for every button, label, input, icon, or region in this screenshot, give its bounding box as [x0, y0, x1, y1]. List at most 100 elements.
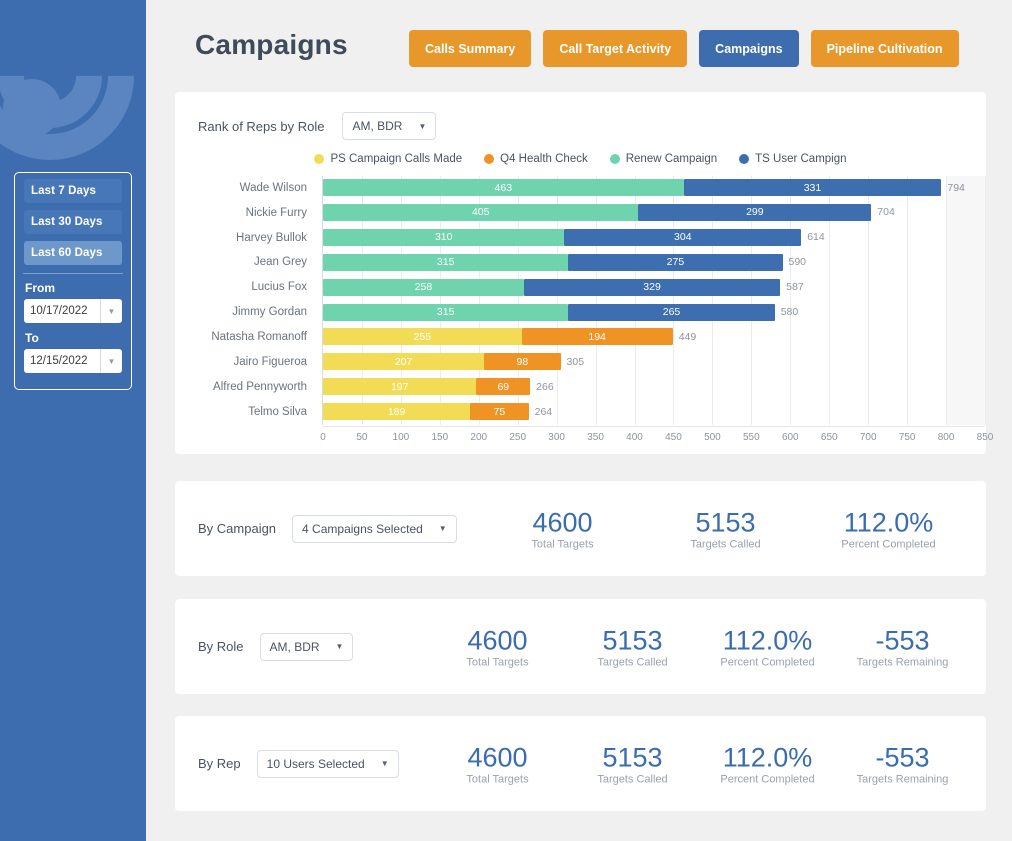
- legend-color-swatch-icon: [739, 154, 749, 164]
- chart-row-total: 590: [789, 254, 807, 271]
- chart-row-label: Nickie Furry: [175, 207, 316, 219]
- main-content: Campaigns Calls Summary Call Target Activ…: [146, 0, 1012, 841]
- kpi-stat-label: Total Targets: [481, 538, 644, 550]
- chart-x-tick-label: 50: [356, 432, 367, 443]
- chart-bar-group: 18975: [323, 403, 985, 420]
- chart-bar-value: 197: [391, 381, 409, 393]
- wifi-signal-icon: [0, 0, 146, 161]
- chart-bar-value: 98: [517, 356, 529, 368]
- chart-bar-group: 315275: [323, 254, 985, 271]
- kpi-filter-select[interactable]: 4 Campaigns Selected▼: [292, 515, 457, 543]
- nav-button-calls-summary[interactable]: Calls Summary: [409, 30, 531, 67]
- chart-bar-value: 299: [746, 206, 764, 218]
- chart-bar-segment[interactable]: 405: [323, 204, 638, 221]
- chart-bar-segment[interactable]: 299: [638, 204, 871, 221]
- range-button-last-7-days[interactable]: Last 7 Days: [24, 179, 122, 203]
- kpi-filter-select[interactable]: 10 Users Selected▼: [257, 750, 399, 778]
- range-button-last-30-days[interactable]: Last 30 Days: [24, 210, 122, 234]
- chart-row-label: Telmo Silva: [175, 406, 316, 418]
- to-date-value: 12/15/2022: [24, 349, 100, 373]
- to-date-input[interactable]: 12/15/2022 ▼: [24, 349, 122, 373]
- range-button-last-60-days[interactable]: Last 60 Days: [24, 241, 122, 265]
- chart-bar-segment[interactable]: 265: [568, 304, 774, 321]
- nav-button-pipeline-cultivation[interactable]: Pipeline Cultivation: [811, 30, 959, 67]
- chart-row: Natasha Romanoff255194449: [175, 325, 986, 349]
- nav-button-label: Campaigns: [715, 42, 782, 56]
- chart-bar-segment[interactable]: 331: [684, 179, 942, 196]
- chart-x-tick-label: 400: [626, 432, 643, 443]
- legend-item-2[interactable]: Renew Campaign: [610, 153, 717, 165]
- chart-bar-segment[interactable]: 304: [564, 229, 801, 246]
- chart-bar-value: 69: [497, 381, 509, 393]
- kpi-filter-value: 4 Campaigns Selected: [302, 522, 423, 536]
- chart-bar-segment[interactable]: 207: [323, 353, 484, 370]
- chart-row: Lucius Fox258329587: [175, 276, 986, 300]
- chart-row-label: Natasha Romanoff: [175, 331, 316, 343]
- chart-x-tick-label: 300: [548, 432, 565, 443]
- chart-row: Harvey Bullok310304614: [175, 226, 986, 250]
- chart-bar-value: 310: [435, 231, 453, 243]
- nav-button-call-target-activity[interactable]: Call Target Activity: [543, 30, 687, 67]
- legend-item-3[interactable]: TS User Campign: [739, 153, 846, 165]
- chart-bar-segment[interactable]: 275: [568, 254, 782, 271]
- chart-x-tick-label: 100: [393, 432, 410, 443]
- kpi-stat: -553Targets Remaining: [835, 625, 970, 668]
- kpi-card-label: By Role: [198, 639, 244, 654]
- kpi-stat-value: 4600: [430, 625, 565, 655]
- legend-item-1[interactable]: Q4 Health Check: [484, 153, 588, 165]
- chart-bar-segment[interactable]: 315: [323, 304, 568, 321]
- chart-bar-value: 265: [663, 306, 681, 318]
- chevron-down-icon: ▼: [381, 759, 389, 768]
- chart-bar-segment[interactable]: 197: [323, 378, 476, 395]
- kpi-stat: 5153Targets Called: [644, 507, 807, 550]
- kpi-stat-value: 112.0%: [807, 507, 970, 537]
- from-label: From: [25, 281, 131, 295]
- kpi-stat-value: -553: [835, 742, 970, 772]
- chart-bar-segment[interactable]: 194: [522, 328, 673, 345]
- chart-x-tick-label: 200: [470, 432, 487, 443]
- to-label: To: [25, 331, 131, 345]
- chart-bar-segment[interactable]: 258: [323, 279, 524, 296]
- date-filter-panel: Last 7 Days Last 30 Days Last 60 Days From…: [14, 172, 132, 390]
- kpi-stat-value: 112.0%: [700, 742, 835, 772]
- chart-row: Jean Grey315275590: [175, 251, 986, 275]
- chart-bar-segment[interactable]: 189: [323, 403, 470, 420]
- chart-row-label: Wade Wilson: [175, 182, 316, 194]
- kpi-stat: 112.0%Percent Completed: [700, 742, 835, 785]
- chart-rows: Wade Wilson 463331 794 Nickie Furry 405 299 70…: [175, 176, 986, 425]
- chart-row-total: 704: [877, 204, 895, 221]
- nav-button-label: Calls Summary: [425, 42, 515, 56]
- chart-x-tick-label: 0: [320, 432, 326, 443]
- chevron-down-icon[interactable]: ▼: [100, 349, 122, 373]
- chart-x-tick-label: 550: [743, 432, 760, 443]
- chart-x-tick-label: 450: [665, 432, 682, 443]
- chart-bar-segment[interactable]: 329: [524, 279, 780, 296]
- chart-bar-segment[interactable]: 98: [484, 353, 560, 370]
- kpi-stat-group: 4600Total Targets5153Targets Called112.0…: [481, 507, 970, 550]
- chart-row-label: Jimmy Gordan: [175, 306, 316, 318]
- chart-bar-segment[interactable]: 463: [323, 179, 684, 196]
- range-button-label: Last 30 Days: [31, 216, 103, 228]
- chart-bar-value: 405: [472, 206, 490, 218]
- kpi-filter-value: AM, BDR: [270, 640, 320, 654]
- kpi-stat-group: 4600Total Targets5153Targets Called112.0…: [430, 742, 970, 785]
- chart-bar-segment[interactable]: 255: [323, 328, 522, 345]
- chart-bar-segment[interactable]: 69: [476, 378, 530, 395]
- role-filter-select[interactable]: AM, BDR ▼: [342, 112, 436, 140]
- from-date-value: 10/17/2022: [24, 299, 100, 323]
- nav-button-campaigns[interactable]: Campaigns: [699, 30, 798, 67]
- chart-row-total: 794: [947, 179, 965, 196]
- chevron-down-icon[interactable]: ▼: [100, 299, 122, 323]
- legend-color-swatch-icon: [484, 154, 494, 164]
- kpi-card-by-campaign: By Campaign4 Campaigns Selected▼4600Tota…: [175, 481, 986, 576]
- chart-bar-segment[interactable]: 75: [470, 403, 528, 420]
- kpi-stat: -553Targets Remaining: [835, 742, 970, 785]
- legend-item-0[interactable]: PS Campaign Calls Made: [314, 153, 462, 165]
- from-date-input[interactable]: 10/17/2022 ▼: [24, 299, 122, 323]
- chart-row-total: 614: [807, 229, 825, 246]
- legend-color-swatch-icon: [314, 154, 324, 164]
- chart-bar-segment[interactable]: 310: [323, 229, 564, 246]
- chart-row-total: 305: [567, 353, 585, 370]
- kpi-filter-select[interactable]: AM, BDR▼: [260, 633, 354, 661]
- chart-bar-segment[interactable]: 315: [323, 254, 568, 271]
